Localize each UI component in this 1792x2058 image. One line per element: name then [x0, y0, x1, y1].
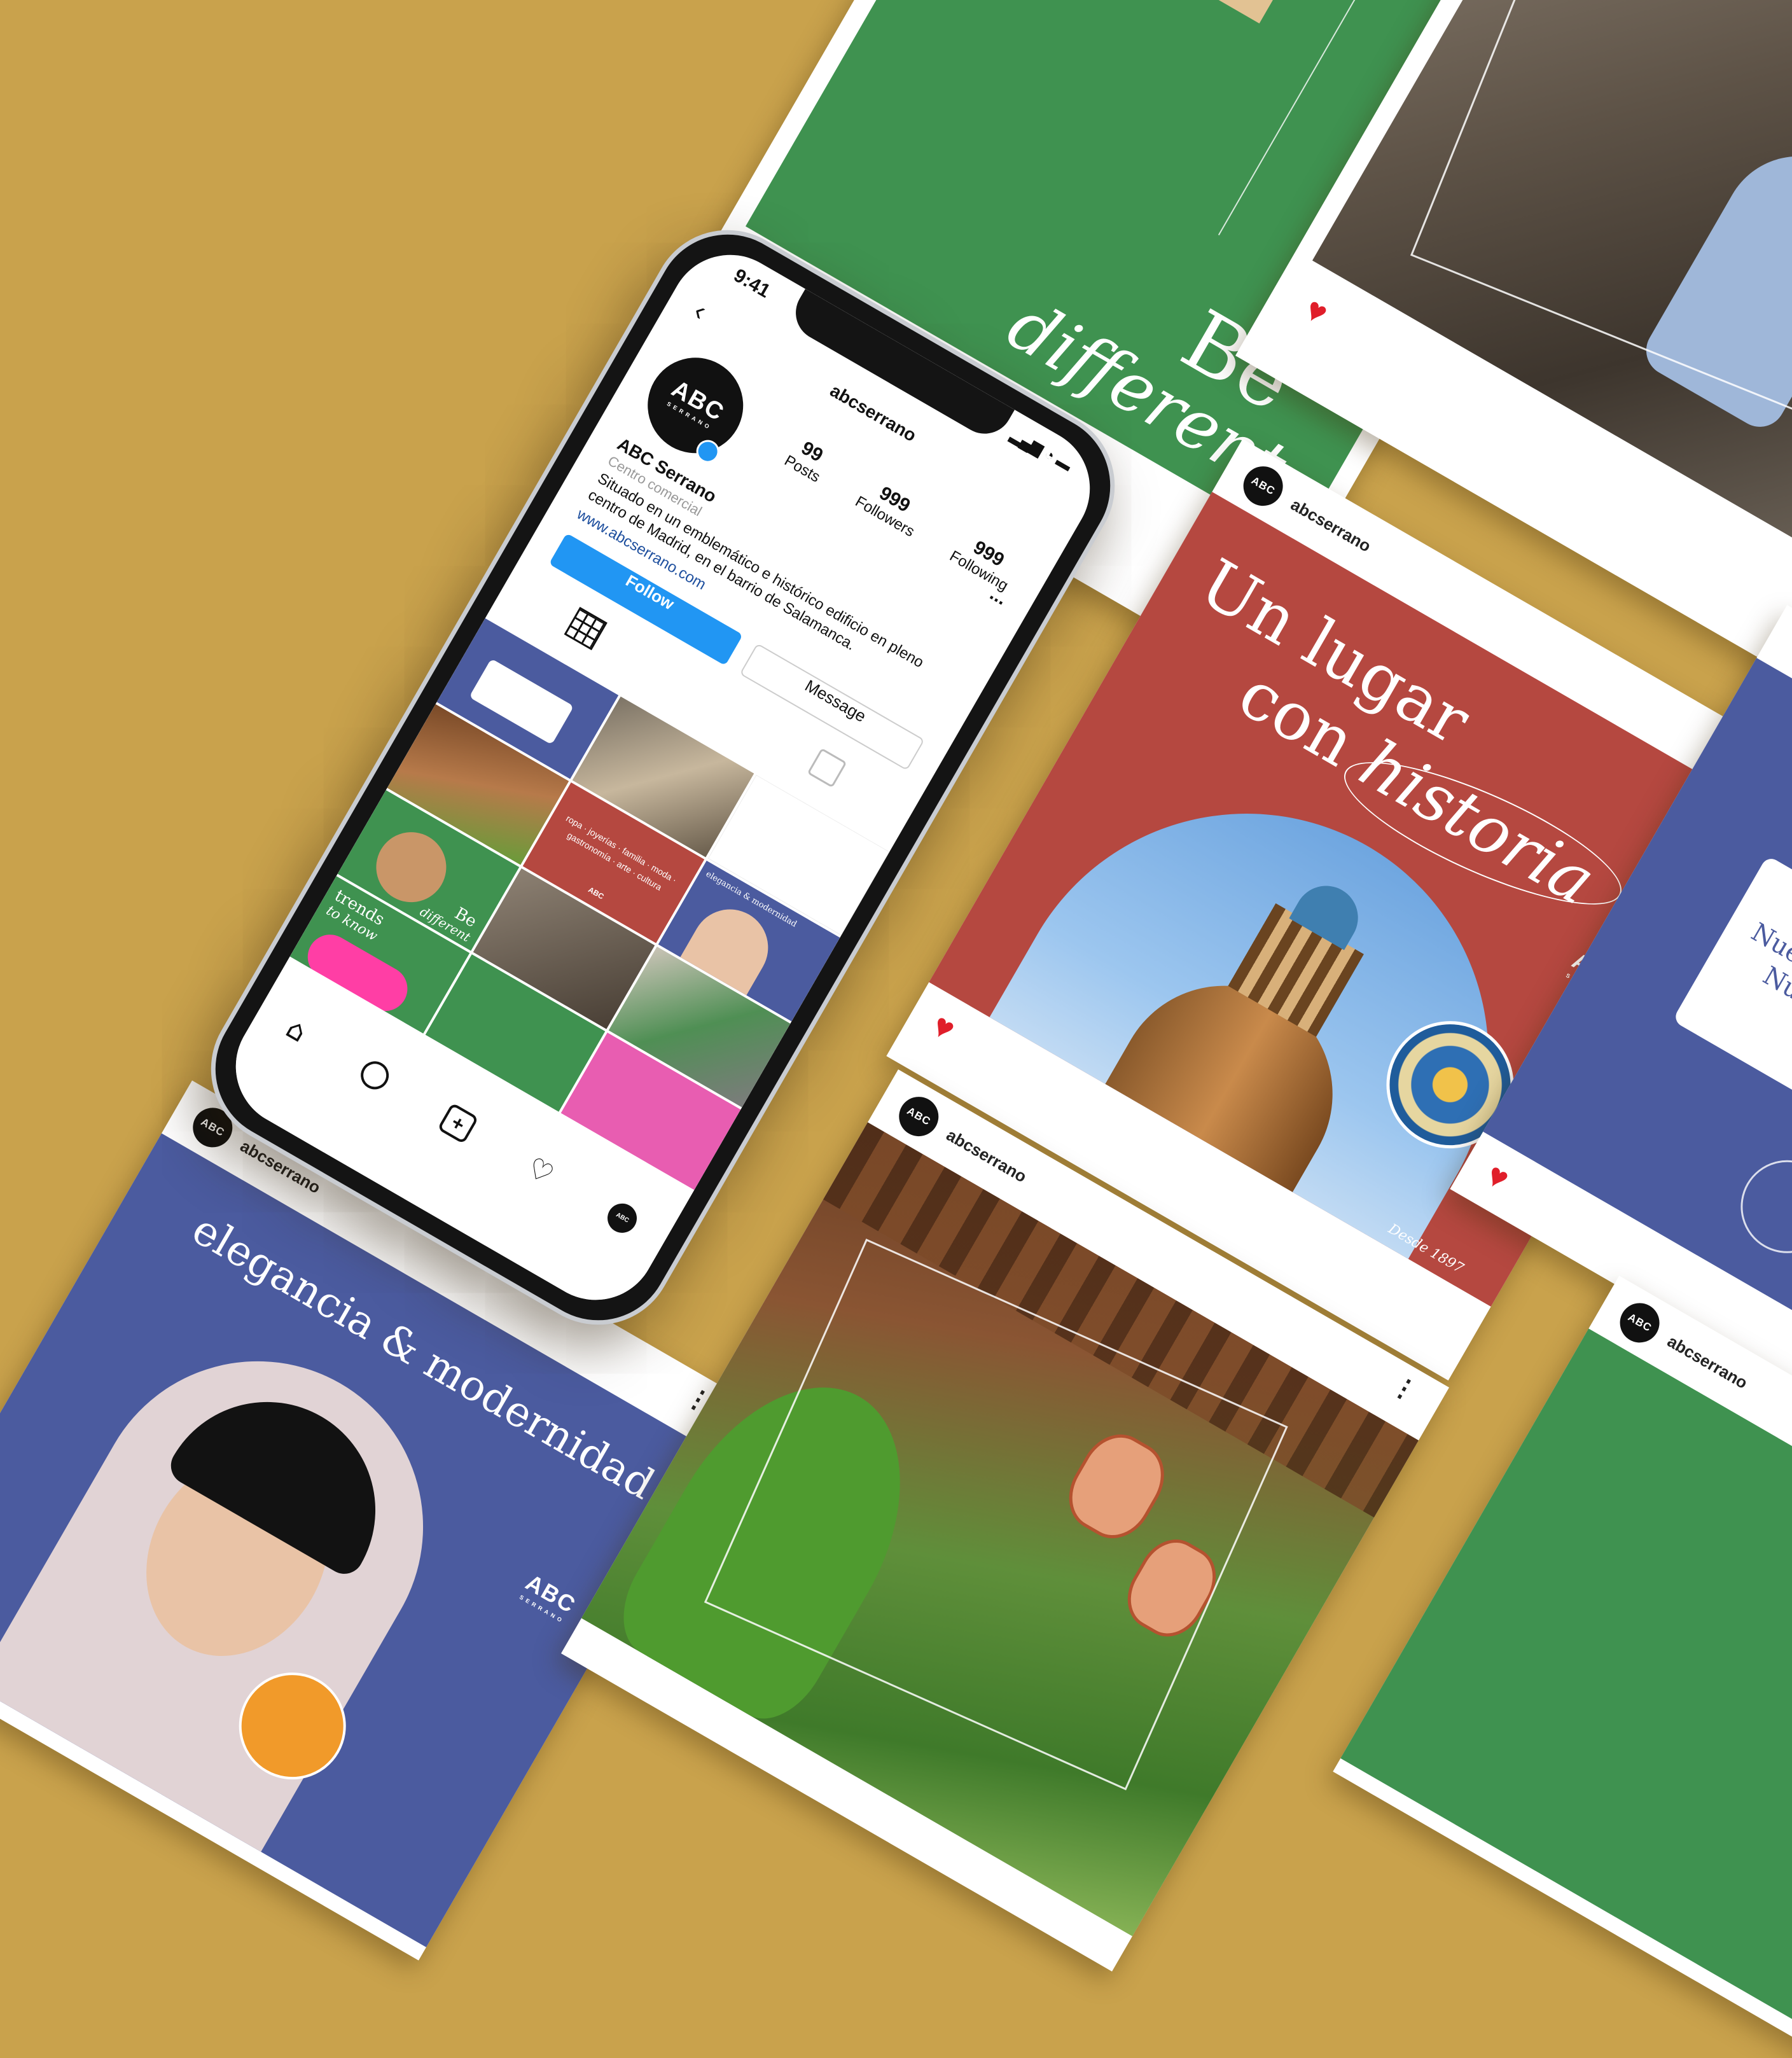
heart-icon[interactable]: ♡	[522, 1151, 560, 1192]
heart-icon[interactable]: ♥	[926, 1006, 961, 1048]
heart-icon[interactable]: ♥	[1298, 290, 1334, 332]
stat-posts[interactable]: 99 Posts	[781, 433, 834, 487]
abc-serrano-logo: ABCSERRANO	[518, 1569, 581, 1625]
profile-avatar[interactable]: ABC	[602, 1198, 642, 1239]
verified-badge	[692, 436, 724, 468]
add-post-icon[interactable]: +	[437, 1102, 479, 1144]
quote-card: Nues Nu	[1672, 855, 1792, 1186]
status-icons: ▂▄▆ ◔ ▬	[1008, 426, 1075, 475]
status-time: 9:41	[730, 265, 774, 302]
profile-stats: 99 Posts 999 Followers 999 Following	[762, 422, 1041, 606]
card-line2: Nu	[1758, 961, 1792, 1006]
grid-view-icon[interactable]	[564, 606, 608, 651]
avatar[interactable]: ABC	[1236, 459, 1290, 513]
heart-icon[interactable]: ♥	[1480, 1156, 1515, 1198]
tagged-icon[interactable]	[807, 747, 847, 788]
stat-following[interactable]: 999 Following	[947, 529, 1022, 595]
portrait-photo	[0, 1300, 484, 1852]
avatar[interactable]: ABC	[1613, 1296, 1667, 1350]
search-icon[interactable]	[355, 1056, 394, 1095]
home-icon[interactable]: ⌂	[281, 1012, 312, 1048]
stat-followers[interactable]: 999 Followers	[852, 474, 928, 541]
avatar[interactable]: ABC	[891, 1089, 946, 1144]
